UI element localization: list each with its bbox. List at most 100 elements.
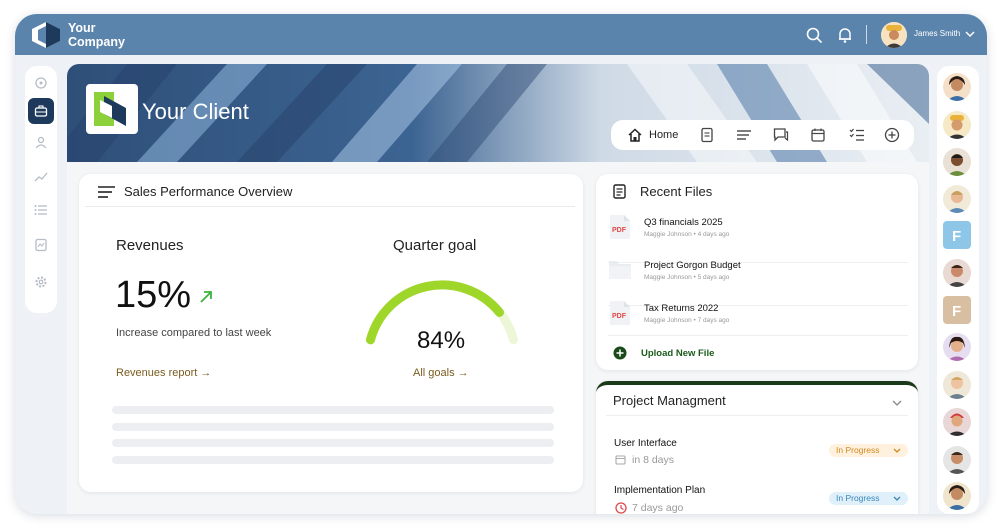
user-avatar-image: [881, 22, 907, 48]
chevron-down-icon[interactable]: [965, 30, 975, 38]
brand-line1: Your: [68, 21, 96, 35]
app-window: Your Company James Smith Your Client Hom…: [15, 14, 987, 514]
status-badge[interactable]: In Progress: [829, 444, 908, 457]
file-row[interactable]: PDF Tax Returns 2022 Maggie Johnson • 7 …: [608, 299, 908, 339]
left-sidebar: [25, 66, 57, 313]
sidebar-item-dashboard[interactable]: [31, 73, 51, 93]
recent-files-card: Recent Files PDF Q3 financials 2025 Magg…: [596, 174, 918, 370]
checklist-icon[interactable]: [849, 127, 865, 143]
skeleton-line: [112, 439, 554, 447]
home-icon[interactable]: [627, 127, 643, 143]
sidebar-item-report[interactable]: [31, 235, 51, 255]
card-divider: [85, 206, 575, 207]
avatar-image: [947, 76, 967, 101]
bell-icon[interactable]: [836, 26, 854, 44]
user-icon: [35, 136, 47, 149]
revenues-report-link[interactable]: Revenues report →: [116, 367, 211, 379]
briefcase-icon: [34, 105, 48, 117]
svg-text:F: F: [952, 228, 961, 245]
all-goals-link[interactable]: All goals →: [413, 367, 469, 379]
brand-line2: Company: [68, 35, 125, 49]
skeleton-line: [112, 423, 554, 431]
sidebar-item-settings[interactable]: [31, 272, 51, 292]
client-logo-icon: [94, 92, 126, 126]
lines-icon[interactable]: [736, 127, 752, 143]
file-row[interactable]: Project Gorgon Budget Maggie Johnson • 5…: [608, 256, 908, 296]
gear-icon: [35, 276, 47, 288]
client-name: Your Client: [142, 99, 249, 124]
file-name: Project Gorgon Budget: [644, 260, 741, 271]
status-text: In Progress: [836, 493, 880, 503]
dashboard-icon: [35, 77, 47, 89]
avatar-image: [947, 413, 967, 436]
sidebar-item-briefcase[interactable]: [28, 98, 54, 124]
card-divider: [606, 415, 908, 416]
menu-lines-icon: [98, 186, 115, 198]
avatar-image: [947, 265, 967, 287]
quarter-goal-value: 84%: [417, 327, 466, 354]
client-hero-banner: Your Client Home: [67, 64, 929, 162]
user-avatar[interactable]: [881, 22, 907, 48]
calendar-icon: [615, 455, 626, 465]
avatar-image: [947, 336, 967, 361]
top-bar: Your Company James Smith: [15, 14, 987, 55]
topbar-divider: [866, 25, 867, 44]
upload-plus-icon[interactable]: [613, 346, 627, 360]
file-row[interactable]: PDF Q3 financials 2025 Maggie Johnson • …: [608, 213, 908, 253]
tab-home[interactable]: Home: [649, 129, 678, 141]
file-meta: Maggie Johnson • 5 days ago: [644, 274, 730, 281]
revenues-value: 15%: [115, 274, 192, 316]
file-name: Q3 financials 2025: [644, 217, 723, 228]
team-avatar[interactable]: [943, 371, 971, 399]
team-avatar[interactable]: [943, 482, 971, 510]
document-icon[interactable]: [699, 127, 715, 143]
calendar-icon[interactable]: [810, 127, 826, 143]
client-nav-bar: Home: [611, 120, 914, 150]
document-icon: [613, 184, 626, 199]
sidebar-item-list[interactable]: [31, 200, 51, 220]
team-avatar[interactable]: [943, 446, 971, 474]
team-avatar[interactable]: [943, 73, 971, 101]
sidebar-item-trend[interactable]: [31, 167, 51, 187]
user-name[interactable]: James Smith: [914, 29, 960, 38]
trend-up-arrow-icon: [200, 291, 212, 303]
quarter-goal-label: Quarter goal: [393, 237, 477, 254]
search-icon[interactable]: [805, 26, 823, 44]
svg-text:PDF: PDF: [612, 313, 627, 320]
folder-icon: [609, 261, 631, 279]
avatar-initial-image: F: [952, 303, 961, 320]
sidebar-item-user[interactable]: [31, 132, 51, 152]
team-avatar[interactable]: [943, 408, 971, 436]
list-icon: [34, 205, 47, 215]
team-avatar[interactable]: [943, 259, 971, 287]
clock-overdue-icon: [615, 502, 627, 514]
team-avatar[interactable]: [943, 185, 971, 213]
avatar-image: [947, 191, 967, 213]
chevron-down-icon: [893, 448, 901, 453]
plus-circle-icon[interactable]: [884, 127, 900, 143]
task-name[interactable]: User Interface: [614, 438, 677, 449]
project-title: Project Managment: [613, 393, 726, 408]
chat-icon[interactable]: [773, 127, 789, 143]
avatar-image: [947, 485, 967, 510]
pdf-icon: PDF: [610, 215, 630, 239]
report-icon: [35, 238, 47, 252]
team-avatar-initial[interactable]: F: [943, 221, 971, 249]
svg-text:F: F: [952, 303, 961, 320]
company-logo-icon: [32, 22, 60, 48]
upload-new-file-button[interactable]: Upload New File: [641, 348, 714, 359]
row-divider: [608, 335, 908, 336]
team-avatar-initial[interactable]: F: [943, 296, 971, 324]
file-name: Tax Returns 2022: [644, 303, 719, 314]
status-badge[interactable]: In Progress: [829, 492, 908, 505]
trend-icon: [34, 172, 48, 182]
team-avatar[interactable]: [943, 111, 971, 139]
skeleton-line: [112, 456, 554, 464]
team-avatar[interactable]: [943, 148, 971, 176]
skeleton-line: [112, 406, 554, 414]
team-avatar[interactable]: [943, 333, 971, 361]
company-name: Your Company: [68, 21, 125, 49]
chevron-down-icon[interactable]: [892, 400, 902, 407]
team-avatar-rail: F F: [937, 66, 979, 514]
task-name[interactable]: Implementation Plan: [614, 485, 705, 496]
